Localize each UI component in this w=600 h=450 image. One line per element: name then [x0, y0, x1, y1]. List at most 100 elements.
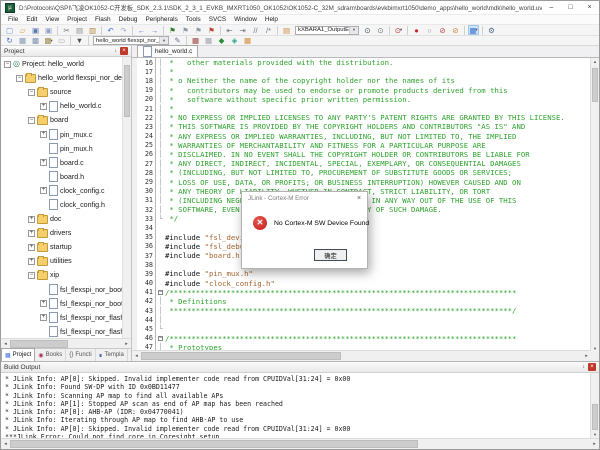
scroll-right-arrow[interactable]: ▸ — [590, 439, 599, 449]
collapse-icon[interactable]: − — [16, 75, 23, 82]
menu-edit[interactable]: Edit — [22, 15, 41, 24]
expand-icon[interactable]: + — [40, 300, 47, 307]
expand-icon[interactable]: + — [40, 103, 47, 110]
scroll-left-arrow[interactable]: ◂ — [1, 439, 10, 449]
expand-icon[interactable]: + — [28, 244, 35, 251]
expand-icon[interactable]: + — [28, 216, 35, 223]
dialog-close-icon[interactable]: × — [351, 192, 367, 205]
scrollbar-thumb[interactable] — [124, 65, 130, 117]
output-vertical-scrollbar[interactable]: ▾ — [590, 373, 599, 439]
expand-icon[interactable]: + — [28, 230, 35, 237]
indent-button[interactable]: ⇥ — [237, 25, 248, 35]
menu-project[interactable]: Project — [63, 15, 91, 24]
manage-rte-button[interactable]: ◆ — [216, 36, 227, 46]
tree-item-doc[interactable]: +doc — [1, 212, 123, 226]
expand-icon[interactable]: + — [28, 258, 35, 265]
build-button[interactable]: ▦ — [17, 36, 28, 46]
editor-tab-hello-world-c[interactable]: hello_world.c — [137, 45, 198, 57]
debug-restore-views-button[interactable]: ▦▾ — [468, 25, 479, 35]
disable-all-breakpoints-button[interactable]: ⊘ — [437, 25, 448, 35]
menu-file[interactable]: File — [4, 15, 22, 24]
tree-item-fsl-flexspi-nor-flash-h[interactable]: fsl_flexspi_nor_flash.h — [1, 325, 123, 339]
menu-debug[interactable]: Debug — [115, 15, 142, 24]
tree-item-fsl-flexspi-nor-boot-c[interactable]: +fsl_flexspi_nor_boot.c — [1, 297, 123, 311]
previous-bookmark-button[interactable]: ⚑ — [180, 25, 191, 35]
build-output-log[interactable]: * JLink Info: AP[0]: Skipped. Invalid im… — [1, 373, 591, 439]
tree-item-board-h[interactable]: board.h — [1, 170, 123, 184]
batch-build-button[interactable]: ▩▾ — [43, 36, 54, 46]
incremental-find-button[interactable]: ⊙ — [375, 25, 386, 35]
tab-books[interactable]: ◉Books — [35, 349, 66, 361]
download-to-flash-button[interactable]: ▼ — [74, 36, 85, 46]
tree-item-fsl-flexspi-nor-boot-h[interactable]: fsl_flexspi_nor_boot.h — [1, 283, 123, 297]
collapse-icon[interactable]: − — [28, 272, 35, 279]
output-horizontal-scrollbar[interactable]: ◂ ▸ — [1, 438, 599, 449]
menu-flash[interactable]: Flash — [91, 15, 115, 24]
tree-item-clock-config-h[interactable]: clock_config.h — [1, 198, 123, 212]
tree-item-board[interactable]: −board — [1, 113, 123, 127]
menu-svcs[interactable]: SVCS — [205, 15, 230, 24]
next-bookmark-button[interactable]: ⚑ — [193, 25, 204, 35]
fold-collapse-icon[interactable]: − — [156, 290, 165, 295]
scrollbar-thumb[interactable] — [592, 68, 598, 102]
build-output-close-button[interactable]: × — [588, 363, 596, 371]
save-all-button[interactable]: ▣ — [43, 25, 54, 35]
insert-remove-breakpoint-button[interactable]: ● — [411, 25, 422, 35]
flash-erase-button[interactable]: ▦ — [203, 36, 214, 46]
tree-item-drivers[interactable]: +drivers — [1, 226, 123, 240]
configure-button[interactable]: ⚙ — [486, 25, 497, 35]
menu-tools[interactable]: Tools — [182, 15, 205, 24]
find-in-files-button[interactable]: ▤ — [281, 25, 292, 35]
tree-item-project-hello-world[interactable]: −◎Project: hello_world — [1, 57, 123, 71]
tree-item-pin-mux-h[interactable]: pin_mux.h — [1, 142, 123, 156]
project-panel-close-button[interactable]: × — [120, 47, 128, 55]
editor-horizontal-scrollbar[interactable]: ◂ ▸ — [132, 350, 591, 361]
open-file-button[interactable]: ▱ — [17, 25, 28, 35]
comment-selection-button[interactable]: // — [250, 25, 261, 35]
expand-icon[interactable]: + — [40, 131, 47, 138]
toggle-bookmark-button[interactable]: ⚑ — [167, 25, 178, 35]
tree-item-hello-world-c[interactable]: +hello_world.c — [1, 99, 123, 113]
tree-item-source[interactable]: −source — [1, 85, 123, 99]
maximize-button[interactable]: □ — [561, 1, 580, 14]
save-button[interactable]: ▣ — [30, 25, 41, 35]
pin-icon[interactable]: ↓ — [582, 364, 585, 370]
expand-icon[interactable]: + — [40, 159, 47, 166]
collapse-icon[interactable]: − — [28, 89, 35, 96]
kill-all-breakpoints-button[interactable]: ⊘ — [450, 25, 461, 35]
expand-icon[interactable]: + — [40, 187, 47, 194]
uncomment-selection-button[interactable]: /* — [263, 25, 274, 35]
scroll-left-arrow[interactable]: ◂ — [132, 351, 141, 361]
options-for-target-button[interactable]: ✎ — [172, 36, 183, 46]
tree-item-startup[interactable]: +startup — [1, 240, 123, 254]
manage-project-items-button[interactable]: ◈ — [229, 36, 240, 46]
minimize-button[interactable]: – — [542, 1, 561, 14]
tree-item-utilities[interactable]: +utilities — [1, 254, 123, 268]
tree-item-board-c[interactable]: +board.c — [1, 156, 123, 170]
tree-item-hello-world-flexspi-nor-debug[interactable]: −hello_world flexspi_nor_debug — [1, 71, 123, 85]
new-file-button[interactable]: ▢ — [4, 25, 15, 35]
editor-vertical-scrollbar[interactable]: ▴ ▾ — [590, 58, 599, 353]
scroll-up-arrow[interactable]: ▴ — [591, 58, 599, 66]
cut-button[interactable]: ✂ — [61, 25, 72, 35]
dialog-ok-button[interactable]: 确定 — [314, 249, 347, 261]
enable-disable-breakpoint-button[interactable]: ○ — [424, 25, 435, 35]
close-button[interactable]: × — [580, 1, 599, 14]
redo-button[interactable]: ↷ — [118, 25, 129, 35]
menu-window[interactable]: Window — [230, 15, 261, 24]
menu-peripherals[interactable]: Peripherals — [141, 15, 181, 24]
scrollbar-thumb[interactable] — [141, 352, 341, 360]
copy-button[interactable]: ▤ — [74, 25, 85, 35]
fold-collapse-icon[interactable]: − — [156, 336, 165, 341]
find-text-combobox[interactable]: kXBARA1_OutputEnc1Ph▾ — [295, 26, 359, 35]
navigate-forward-button[interactable]: → — [149, 25, 160, 35]
navigate-back-button[interactable]: ← — [136, 25, 147, 35]
translate-file-button[interactable]: ↻ — [4, 36, 15, 46]
collapse-icon[interactable]: − — [28, 117, 35, 124]
scroll-down-arrow[interactable]: ▾ — [591, 345, 599, 353]
find-button[interactable]: ⊙ — [362, 25, 373, 35]
scrollbar-thumb[interactable] — [10, 440, 418, 448]
project-tree-vertical-scrollbar[interactable] — [122, 57, 131, 339]
pack-installer-button[interactable]: ▦ — [242, 36, 253, 46]
pin-icon[interactable]: ↓ — [114, 48, 117, 54]
